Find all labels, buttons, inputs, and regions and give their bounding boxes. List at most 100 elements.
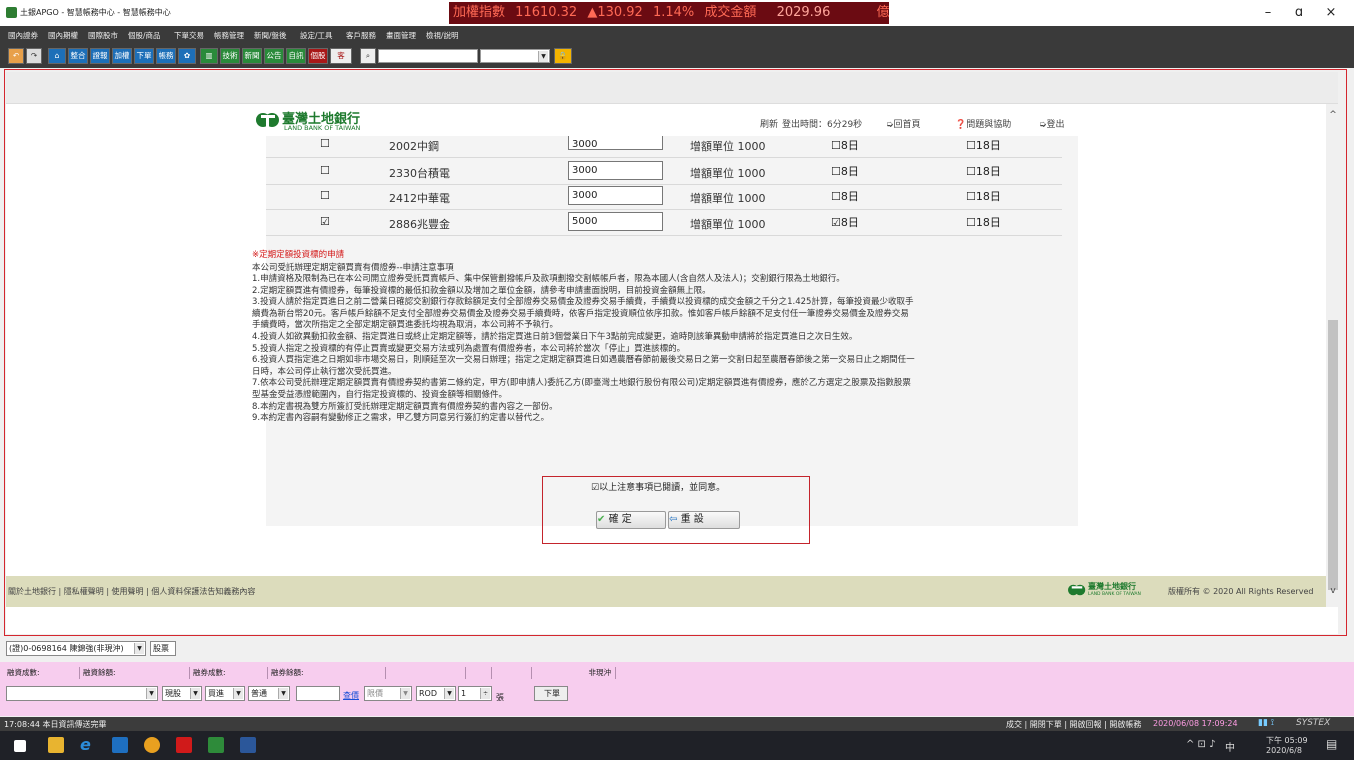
- home-link[interactable]: ➭回首頁: [886, 117, 921, 130]
- chrome-icon[interactable]: [144, 737, 160, 753]
- status-tabs[interactable]: 成交 | 開閉下單 | 開啟回報 | 開啟帳務: [1006, 719, 1141, 730]
- menu-item-service[interactable]: 客戶服務: [346, 30, 376, 41]
- menu-item-futures[interactable]: 國內期權: [48, 30, 78, 41]
- internet-explorer-icon[interactable]: e: [80, 737, 96, 753]
- ticker-unit: 億: [876, 5, 890, 20]
- menu-item-settings[interactable]: 設定/工具: [300, 30, 333, 41]
- tool-button-account[interactable]: 帳務: [156, 48, 176, 64]
- tool-button-customer[interactable]: 客: [330, 48, 352, 64]
- symbol-input[interactable]: [378, 49, 478, 63]
- apgo-app-icon[interactable]: [208, 737, 224, 753]
- notes-subtitle: 本公司受託辦理定期定額買賣有價證券--申請注意事項: [252, 263, 454, 273]
- tool-button-technical[interactable]: 技術: [220, 48, 240, 64]
- scroll-thumb[interactable]: [1328, 320, 1338, 590]
- row-checkbox[interactable]: ☐: [320, 164, 330, 177]
- footer-links[interactable]: 關於土地銀行 | 隱私權聲明 | 使用聲明 | 個人資料保護法告知義務內容: [8, 586, 255, 597]
- menu-item-news[interactable]: 新聞/盤後: [254, 30, 287, 41]
- stock-tab[interactable]: 股票: [150, 641, 176, 656]
- menu-item-stocks[interactable]: 個股/商品: [128, 30, 161, 41]
- content-scrollbar[interactable]: ^ v: [1326, 104, 1340, 601]
- tif-select[interactable]: ROD ▼: [416, 686, 456, 701]
- chevron-down-icon[interactable]: v: [1327, 586, 1339, 596]
- tool-button-news[interactable]: 新聞: [242, 48, 262, 64]
- note-line: 型基金受益憑證範圍內，自行指定投資標的、投資金額等相關條件。: [252, 389, 508, 400]
- stock-type-select[interactable]: 現股 ▼: [162, 686, 202, 701]
- day18-checkbox[interactable]: ☐18日: [966, 163, 1001, 179]
- day8-checkbox[interactable]: ☐8日: [831, 137, 859, 153]
- search-tool-icon[interactable]: ⌕: [360, 48, 376, 64]
- menu-item-intl-markets[interactable]: 國際股市: [88, 30, 118, 41]
- footer-logo-icon: [1068, 582, 1086, 602]
- amount-input[interactable]: 3000: [568, 186, 663, 205]
- tool-button-quote[interactable]: 證報: [90, 48, 110, 64]
- amount-input[interactable]: 3000: [568, 136, 663, 150]
- menu-item-trading[interactable]: 下單交易: [174, 30, 204, 41]
- row-checkbox[interactable]: ☐: [320, 189, 330, 202]
- price-type-select[interactable]: 限價 ▼: [364, 686, 412, 701]
- menu-item-domestic-securities[interactable]: 國內證券: [8, 30, 38, 41]
- ime-indicator[interactable]: 中: [1225, 739, 1235, 754]
- help-link[interactable]: ❓問題與協助: [955, 117, 1011, 130]
- quantity-stepper[interactable]: 1 ÷: [458, 686, 492, 701]
- logout-link[interactable]: ➭登出: [1039, 117, 1065, 130]
- stock-name: 2330台積電: [389, 167, 450, 180]
- status-bar: 17:08:44 本日資訊傳送完畢 成交 | 開閉下單 | 開啟回報 | 開啟帳…: [0, 717, 1354, 731]
- tool-button-announce[interactable]: 公告: [264, 48, 284, 64]
- tray-icons[interactable]: ^ ⊡ ♪: [1186, 739, 1216, 750]
- acrobat-icon[interactable]: [176, 737, 192, 753]
- account-select[interactable]: (證)0-0698164 陳錦強(非現沖) ▼: [6, 641, 146, 656]
- tool-button-order[interactable]: 下單: [134, 48, 154, 64]
- chevron-up-icon[interactable]: ^: [1327, 110, 1339, 120]
- day18-checkbox[interactable]: ☐18日: [966, 137, 1001, 153]
- outlook-icon[interactable]: [112, 737, 128, 753]
- tool-button-integrate[interactable]: 整合: [68, 48, 88, 64]
- menu-item-help[interactable]: 檢視/說明: [426, 30, 459, 41]
- day18-checkbox[interactable]: ☐18日: [966, 188, 1001, 204]
- home-tool-icon[interactable]: ⌂: [48, 48, 66, 64]
- chart-tool-icon[interactable]: ▥: [200, 48, 218, 64]
- day18-checkbox[interactable]: ☐18日: [966, 214, 1001, 230]
- note-line: 續費為新台幣20元。客戶帳戶餘額不足支付全部證券交易價金及證券交易手續費時，依客…: [252, 308, 909, 319]
- tray-time[interactable]: 下午 05:09: [1266, 735, 1308, 746]
- place-order-button[interactable]: 下單: [534, 686, 568, 701]
- lock-icon[interactable]: 🔒: [554, 48, 572, 64]
- status-message: 17:08:44 本日資訊傳送完畢: [4, 720, 107, 729]
- amount-input[interactable]: 5000: [568, 212, 663, 231]
- price-input[interactable]: [296, 686, 340, 701]
- row-checkbox[interactable]: ☑: [320, 215, 330, 228]
- minimize-button[interactable]: –: [1253, 5, 1283, 20]
- refresh-link[interactable]: 刷新: [760, 117, 778, 130]
- day8-checkbox[interactable]: ☐8日: [831, 188, 859, 204]
- row-checkbox[interactable]: ☐: [320, 137, 330, 150]
- query-price-link[interactable]: 查價: [343, 690, 359, 701]
- symbol-dropdown[interactable]: ▼: [480, 49, 550, 63]
- file-explorer-icon[interactable]: [48, 737, 64, 753]
- word-icon[interactable]: [240, 737, 256, 753]
- logout-timer: 登出時間：6分29秒: [782, 120, 863, 130]
- stepper-icon[interactable]: ÷: [480, 688, 490, 699]
- day8-checkbox[interactable]: ☑8日: [831, 214, 859, 230]
- settings-tool-icon[interactable]: ✿: [178, 48, 196, 64]
- tool-button-stock[interactable]: 個股: [308, 48, 328, 64]
- restore-button[interactable]: ɑ: [1284, 5, 1314, 20]
- summary-short-balance: 融券餘額:: [268, 667, 386, 679]
- order-kind-select[interactable]: 普通 ▼: [248, 686, 290, 701]
- tray-date[interactable]: 2020/6/8: [1266, 746, 1302, 755]
- symbol-select[interactable]: ▼: [6, 686, 158, 701]
- close-button[interactable]: ×: [1316, 5, 1346, 20]
- stock-type-value: 現股: [165, 689, 181, 698]
- menu-item-accounts[interactable]: 帳務管理: [214, 30, 244, 41]
- notification-icon[interactable]: ▤: [1326, 737, 1337, 751]
- amount-input[interactable]: 3000: [568, 161, 663, 180]
- chevron-down-icon: ▼: [146, 688, 156, 699]
- help-link-label: 問題與協助: [966, 120, 1012, 130]
- day8-checkbox[interactable]: ☐8日: [831, 163, 859, 179]
- back-icon[interactable]: ↶: [8, 48, 24, 64]
- row-divider: [266, 235, 1062, 236]
- forward-icon[interactable]: ↷: [26, 48, 42, 64]
- side-select[interactable]: 買進 ▼: [205, 686, 245, 701]
- windows-start-icon[interactable]: [14, 740, 26, 752]
- tool-button-weighted[interactable]: 加權: [112, 48, 132, 64]
- menu-item-screen[interactable]: 畫面管理: [386, 30, 416, 41]
- tool-button-custom[interactable]: 自訊: [286, 48, 306, 64]
